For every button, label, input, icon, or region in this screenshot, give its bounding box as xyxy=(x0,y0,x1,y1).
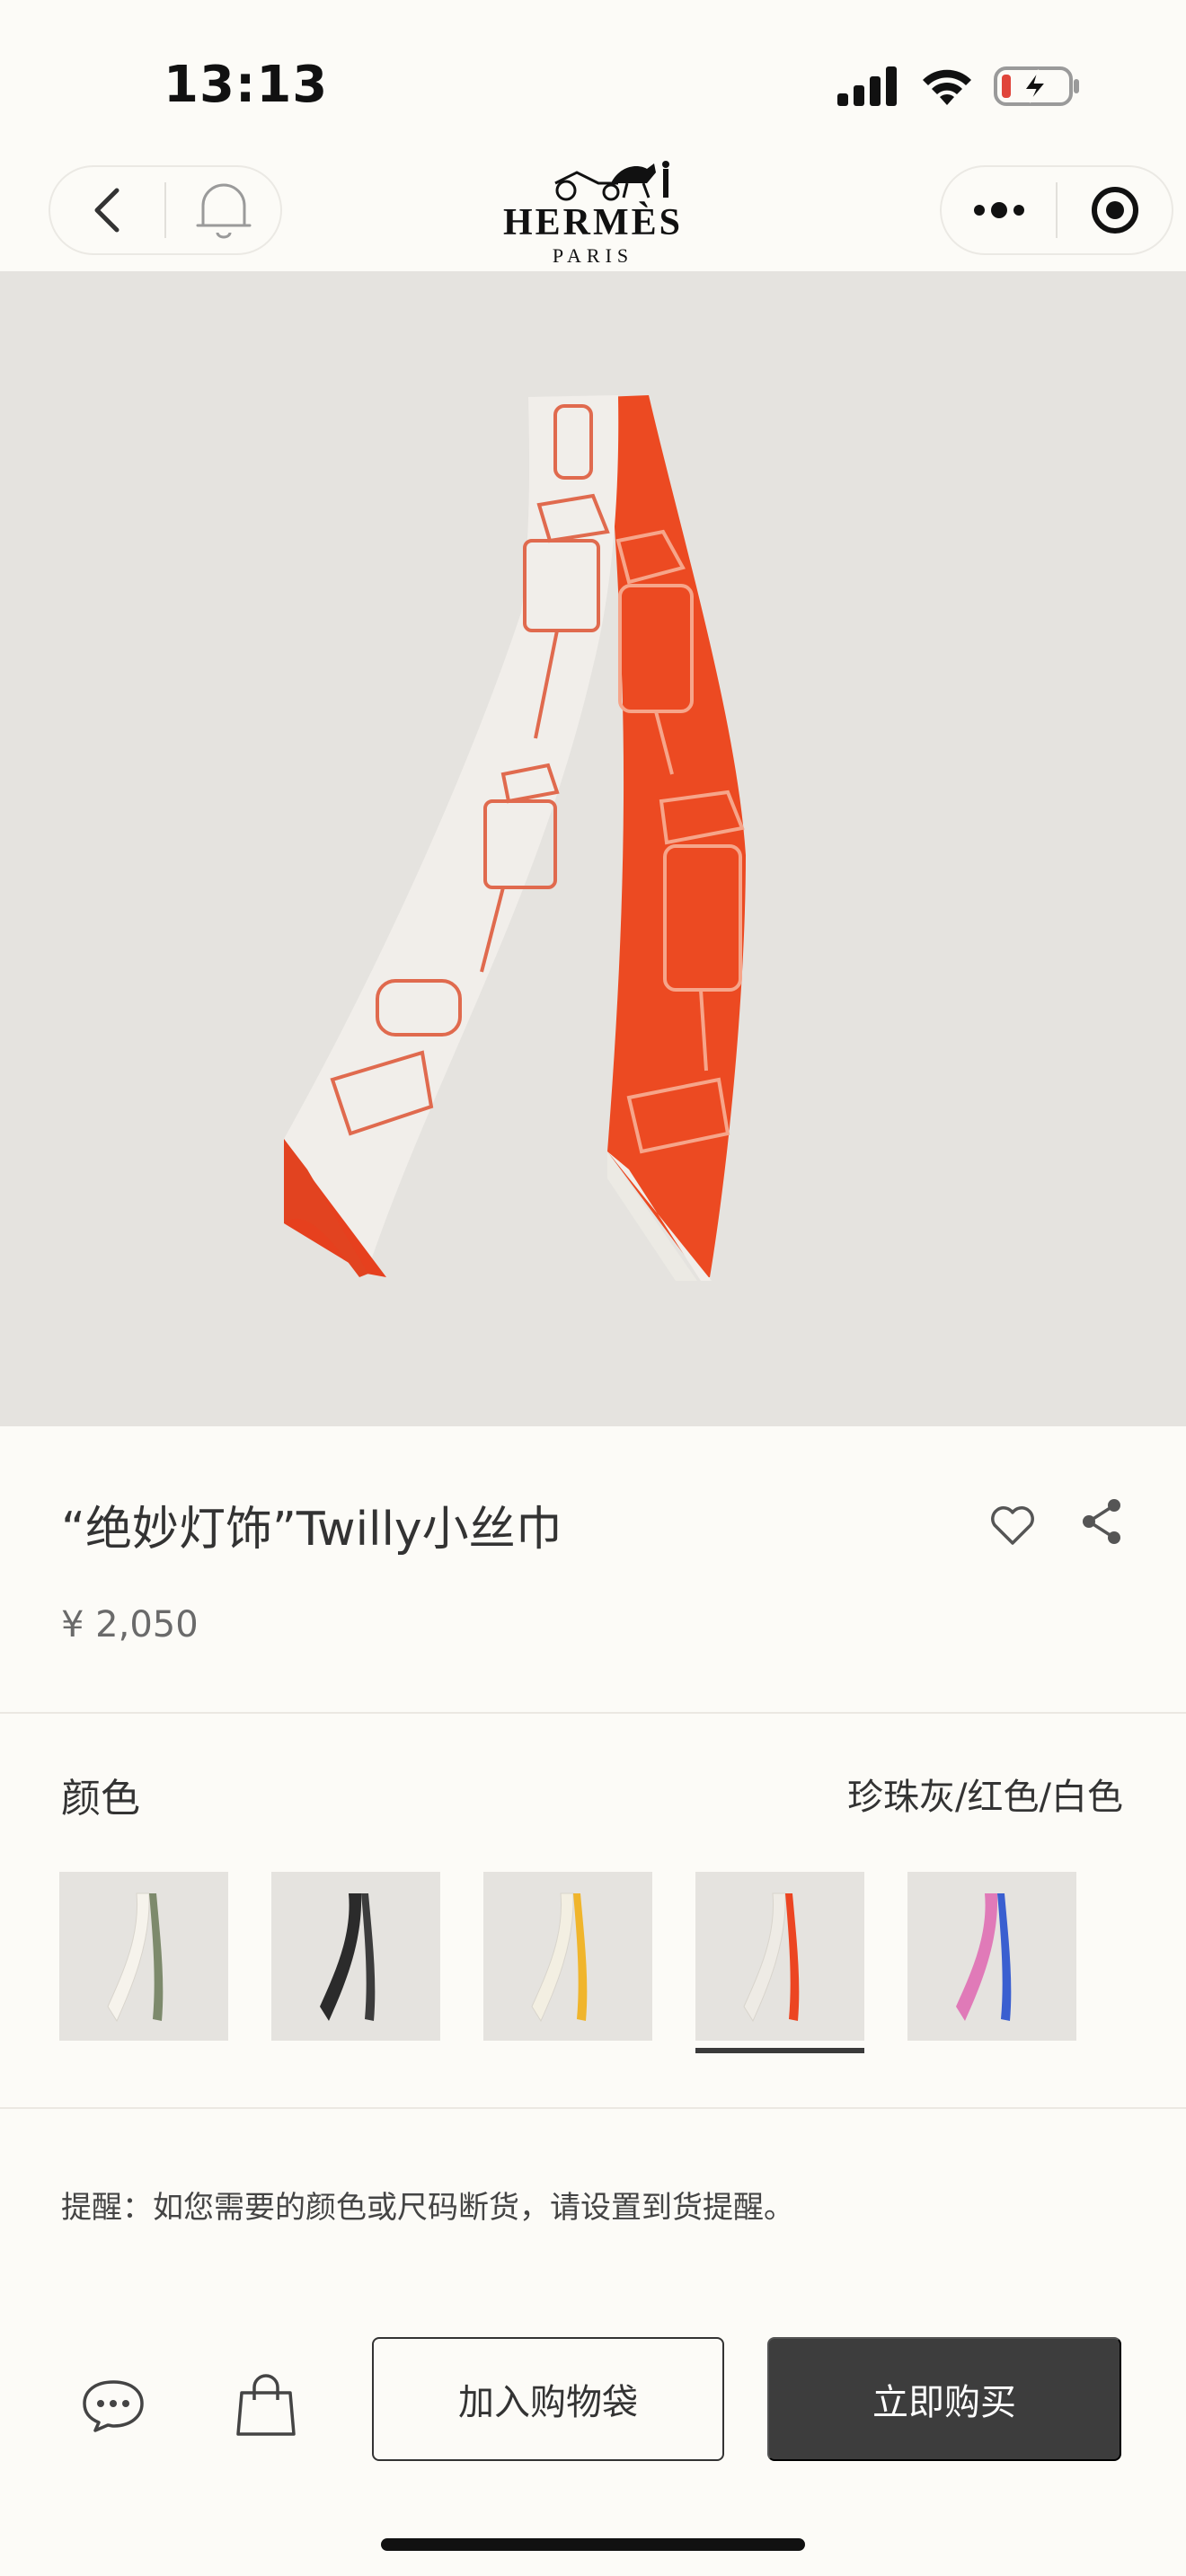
stock-reminder-text: 提醒：如您需要的颜色或尺码断货，请设置到货提醒。 xyxy=(61,2190,794,2226)
more-dots-icon xyxy=(973,202,1024,218)
favorite-button[interactable] xyxy=(987,1500,1039,1552)
color-swatch[interactable] xyxy=(271,1872,440,2041)
right-capsule xyxy=(940,165,1173,255)
home-indicator xyxy=(381,2538,805,2551)
swatch-image xyxy=(956,1893,1012,2021)
shopping-bag-button[interactable] xyxy=(230,2369,302,2441)
divider xyxy=(0,2107,1186,2109)
bottom-action-bar: 加入购物袋 立即购买 xyxy=(0,2290,1186,2576)
color-swatch-selected[interactable] xyxy=(695,1872,864,2053)
customer-service-button[interactable] xyxy=(77,2369,149,2441)
color-swatches xyxy=(59,1872,1076,2053)
share-icon xyxy=(1083,1499,1120,1544)
heart-icon xyxy=(991,1506,1034,1545)
selected-color-name: 珍珠灰/红色/白色 xyxy=(847,1777,1123,1818)
close-miniapp-button[interactable] xyxy=(1058,167,1172,253)
status-bar: 13:13 xyxy=(0,0,1186,144)
add-to-bag-button[interactable]: 加入购物袋 xyxy=(372,2337,724,2461)
carriage-logo-icon xyxy=(554,161,669,201)
target-icon xyxy=(1091,187,1138,234)
swatch-image xyxy=(531,1892,588,2023)
color-swatch[interactable] xyxy=(59,1872,228,2041)
divider xyxy=(0,1712,1186,1714)
swatch-image xyxy=(743,1892,800,2023)
more-button[interactable] xyxy=(942,167,1056,253)
battery-charging-icon xyxy=(994,66,1079,106)
chat-bubble-icon xyxy=(83,2380,144,2432)
product-image-carousel[interactable] xyxy=(0,271,1186,1426)
brand-sub: PARIS xyxy=(552,244,634,267)
bell-icon xyxy=(196,183,251,239)
status-time: 13:13 xyxy=(164,56,329,114)
product-page: 13:13 HERMÈS PARIS “绝妙灯饰”Twilly小丝巾 ¥ 2,0… xyxy=(0,0,1186,2576)
swatch-image xyxy=(320,1893,376,2021)
color-swatch[interactable] xyxy=(907,1872,1076,2041)
product-title: “绝妙灯饰”Twilly小丝巾 xyxy=(61,1503,562,1557)
wifi-icon xyxy=(923,69,971,105)
nav-bar: HERMÈS PARIS xyxy=(0,161,1186,269)
shopping-bag-icon xyxy=(236,2374,296,2436)
subscribe-button[interactable] xyxy=(166,167,280,253)
swatch-image xyxy=(107,1892,164,2023)
signal-icon xyxy=(837,66,897,106)
product-price: ¥ 2,050 xyxy=(61,1604,199,1645)
buy-now-button[interactable]: 立即购买 xyxy=(767,2337,1121,2461)
brand-name: HERMÈS xyxy=(502,202,684,243)
share-button[interactable] xyxy=(1080,1496,1125,1547)
back-button[interactable] xyxy=(50,167,164,253)
color-label: 颜色 xyxy=(61,1776,140,1822)
color-swatch[interactable] xyxy=(483,1872,652,2041)
left-capsule xyxy=(49,165,282,255)
brand-logo: HERMÈS PARIS xyxy=(467,161,719,269)
back-arrow-icon xyxy=(94,188,119,233)
product-image xyxy=(284,395,746,1281)
status-icons xyxy=(837,59,1080,113)
